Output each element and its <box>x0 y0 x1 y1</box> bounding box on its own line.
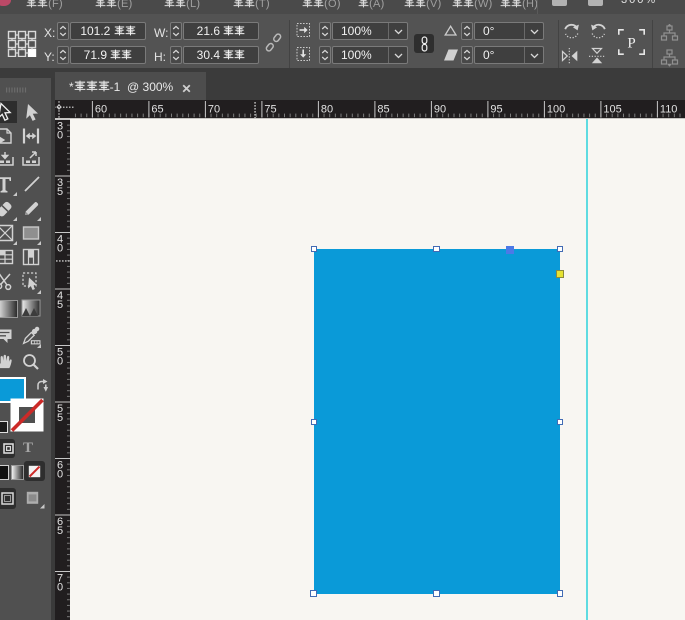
svg-text:5: 5 <box>57 186 63 198</box>
svg-text:80: 80 <box>321 104 333 116</box>
svg-text:0: 0 <box>57 243 63 255</box>
svg-text:60: 60 <box>95 104 107 116</box>
svg-text:P: P <box>627 36 635 52</box>
svg-text:65: 65 <box>152 104 164 116</box>
svg-text:70: 70 <box>208 104 220 116</box>
svg-text:85: 85 <box>378 104 390 116</box>
svg-text:75: 75 <box>265 104 277 116</box>
svg-text:95: 95 <box>491 104 503 116</box>
svg-text:0: 0 <box>57 356 63 368</box>
svg-text:0: 0 <box>57 130 63 142</box>
svg-text:5: 5 <box>57 412 63 424</box>
svg-text:90: 90 <box>434 104 446 116</box>
svg-text:110: 110 <box>660 104 678 116</box>
svg-text:0: 0 <box>57 582 63 594</box>
svg-text:105: 105 <box>604 104 622 116</box>
svg-text:5: 5 <box>57 525 63 537</box>
svg-text:0: 0 <box>57 469 63 481</box>
svg-text:5: 5 <box>57 299 63 311</box>
svg-text:100: 100 <box>547 104 565 116</box>
